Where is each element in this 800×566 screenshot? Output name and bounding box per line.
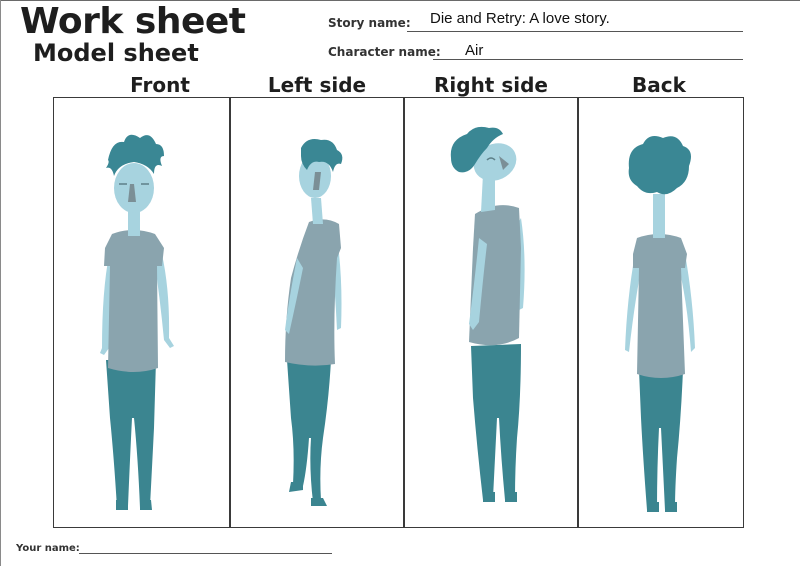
your-name-line[interactable]	[79, 553, 332, 554]
character-front-figure	[100, 134, 174, 510]
story-name-value[interactable]: Die and Retry: A love story.	[430, 10, 610, 28]
panel-left-side	[229, 98, 403, 528]
character-name-label: Character name:	[328, 45, 441, 59]
character-name-line	[433, 59, 743, 60]
worksheet-title: Work sheet	[20, 1, 246, 42]
character-left-side-figure	[285, 139, 343, 506]
panel-front	[54, 98, 228, 528]
character-right-side-figure	[450, 126, 525, 502]
view-label-right-side: Right side	[434, 73, 548, 97]
your-name-label: Your name:	[16, 543, 80, 554]
story-name-line	[407, 31, 743, 32]
panel-right-side	[403, 98, 577, 528]
page-left-edge	[0, 0, 1, 566]
view-label-front: Front	[130, 73, 190, 97]
panel-back	[577, 98, 751, 528]
story-name-label: Story name:	[328, 16, 411, 30]
character-name-value[interactable]: Air	[465, 42, 483, 60]
model-sheet-grid	[53, 97, 744, 528]
view-label-left-side: Left side	[267, 73, 367, 97]
character-back-figure	[625, 136, 695, 512]
worksheet-subtitle: Model sheet	[33, 39, 199, 67]
view-label-back: Back	[632, 73, 686, 97]
